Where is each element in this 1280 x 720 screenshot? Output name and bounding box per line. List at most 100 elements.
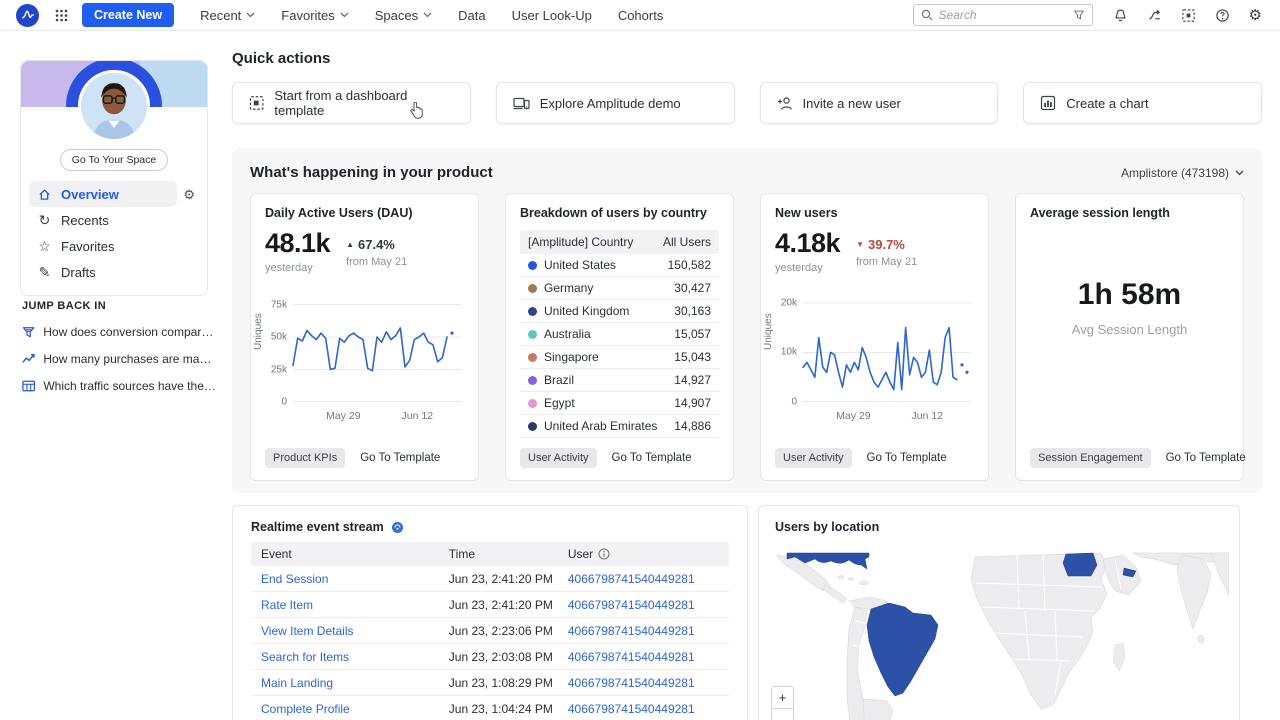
down-arrow-icon: ▼ [856,241,864,249]
map-zoom-in-button[interactable]: + [772,687,793,709]
whats-happening-title: What's happening in your product [250,164,493,181]
quick-action-label: Create a chart [1066,96,1148,111]
event-user-link[interactable]: 4066798741540449281 [568,572,719,586]
event-link[interactable]: View Item Details [261,624,449,638]
nav-item-user-lookup[interactable]: User Look-Up [512,8,592,23]
jump-back-in-title: JUMP BACK IN [22,300,218,312]
world-map[interactable] [771,549,1229,720]
apps-grid-icon[interactable] [55,9,68,22]
country-color-dot [528,284,537,293]
nav-icon-group: ⚙ [1113,8,1262,23]
event-link[interactable]: Search for Items [261,650,449,664]
nav-item-recent[interactable]: Recent [200,8,255,23]
sidebar-item-drafts[interactable]: ✎ Drafts [29,259,199,285]
avatar[interactable] [78,70,150,142]
jump-back-item-label: How does conversion compare b... [43,325,218,339]
sidebar-item-recents[interactable]: ↻ Recents [29,207,199,233]
session-card-title: Average session length [1030,206,1229,220]
jump-back-item-purchases[interactable]: How many purchases are made ... [22,352,218,366]
map-asia-east [1211,553,1229,595]
quick-action-dashboard-template[interactable]: Start from a dashboard template [232,82,471,124]
event-row: View Item Details Jun 23, 2:23:06 PM 406… [251,618,729,644]
settings-gear-icon[interactable]: ⚙ [1249,8,1262,23]
go-to-your-space-button[interactable]: Go To Your Space [60,149,168,171]
country-badge[interactable]: User Activity [520,448,597,468]
nav-item-favorites[interactable]: Favorites [281,8,348,23]
quick-action-label: Invite a new user [803,96,901,111]
help-icon[interactable] [1215,8,1230,23]
quick-action-invite-user[interactable]: Invite a new user [760,82,999,124]
country-row[interactable]: Australia 15,057 [520,323,719,346]
new-users-card: New users 4.18k yesterday ▼ 39.7% from M… [760,193,989,481]
jump-back-item-label: How many purchases are made ... [43,352,218,366]
new-users-card-title: New users [775,206,974,220]
sidebar-item-label: Favorites [61,239,114,254]
map-india [1177,555,1211,629]
new-users-badge[interactable]: User Activity [775,448,852,468]
notifications-bell-icon[interactable] [1113,8,1128,23]
nav-item-data[interactable]: Data [458,8,485,23]
session-caption: Avg Session Length [1016,322,1243,337]
sidebar-item-overview[interactable]: Overview [29,181,177,207]
recents-icon: ↻ [37,213,52,227]
filter-funnel-icon[interactable] [1073,9,1085,21]
line-chart-icon [22,353,35,365]
amplitude-logo[interactable] [16,4,39,27]
country-row[interactable]: Singapore 15,043 [520,346,719,369]
add-user-icon [777,96,793,111]
session-go-to-template-link[interactable]: Go To Template [1166,452,1246,464]
top-nav: Create New Recent Favorites Spaces Data … [0,0,1280,31]
country-color-dot [528,330,537,339]
event-user-link[interactable]: 4066798741540449281 [568,650,719,664]
country-color-dot [528,422,537,431]
sidebar-item-favorites[interactable]: ☆ Favorites [29,233,199,259]
event-row: Main Landing Jun 23, 1:08:29 PM 40667987… [251,670,729,696]
map-zoom-out-button[interactable] [772,709,793,720]
sidebar-settings-gear-icon[interactable]: ⚙ [177,188,199,201]
event-user-link[interactable]: 4066798741540449281 [568,598,719,612]
event-link[interactable]: End Session [261,572,449,586]
country-go-to-template-link[interactable]: Go To Template [612,452,692,464]
dau-badge[interactable]: Product KPIs [265,448,345,468]
dau-value: 48.1k [265,228,330,259]
dau-compare: from May 21 [346,256,407,268]
jump-back-item-traffic[interactable]: Which traffic sources have the hi... [22,379,218,393]
event-user-link[interactable]: 4066798741540449281 [568,676,719,690]
session-badge[interactable]: Session Engagement [1030,448,1151,468]
dau-go-to-template-link[interactable]: Go To Template [360,452,440,464]
country-row[interactable]: Egypt 14,907 [520,392,719,415]
new-users-go-to-template-link[interactable]: Go To Template [867,452,947,464]
create-new-button[interactable]: Create New [82,3,174,27]
nav-item-recent-label: Recent [200,8,241,23]
country-row[interactable]: United Arab Emirates 14,886 [520,415,719,438]
quick-action-create-chart[interactable]: Create a chart [1023,82,1262,124]
event-link[interactable]: Complete Profile [261,702,449,716]
nav-item-spaces[interactable]: Spaces [375,8,432,23]
info-icon[interactable] [598,548,610,560]
jump-back-item-conversion[interactable]: How does conversion compare b... [22,325,218,339]
templates-dashed-square-icon[interactable] [1181,8,1196,23]
map-argentina [863,699,893,720]
event-user-link[interactable]: 4066798741540449281 [568,624,719,638]
nav-item-cohorts[interactable]: Cohorts [618,8,664,23]
search-input[interactable] [939,8,1067,22]
country-row[interactable]: United States 150,582 [520,254,719,277]
dau-x-ticks: May 29 Jun 12 [293,410,461,424]
chevron-down-icon [1235,170,1244,176]
project-selector[interactable]: Amplistore (473198) [1121,166,1244,180]
country-row[interactable]: Germany 30,427 [520,277,719,300]
event-user-link[interactable]: 4066798741540449281 [568,702,719,716]
new-users-y-ticks: 20k 10k 0 [771,298,797,402]
quick-action-explore-demo[interactable]: Explore Amplitude demo [496,82,735,124]
event-time: Jun 23, 2:41:20 PM [449,598,568,612]
country-row[interactable]: Brazil 14,927 [520,369,719,392]
country-row[interactable]: United Kingdom 30,163 [520,300,719,323]
map-title: Users by location [759,506,1239,534]
event-link[interactable]: Main Landing [261,676,449,690]
event-link[interactable]: Rate Item [261,598,449,612]
map-arabian-peninsula [1103,555,1141,595]
map-africa [971,553,1107,709]
journeys-path-icon[interactable] [1147,8,1162,23]
new-users-compare: from May 21 [856,256,917,268]
search-box[interactable] [913,4,1093,26]
